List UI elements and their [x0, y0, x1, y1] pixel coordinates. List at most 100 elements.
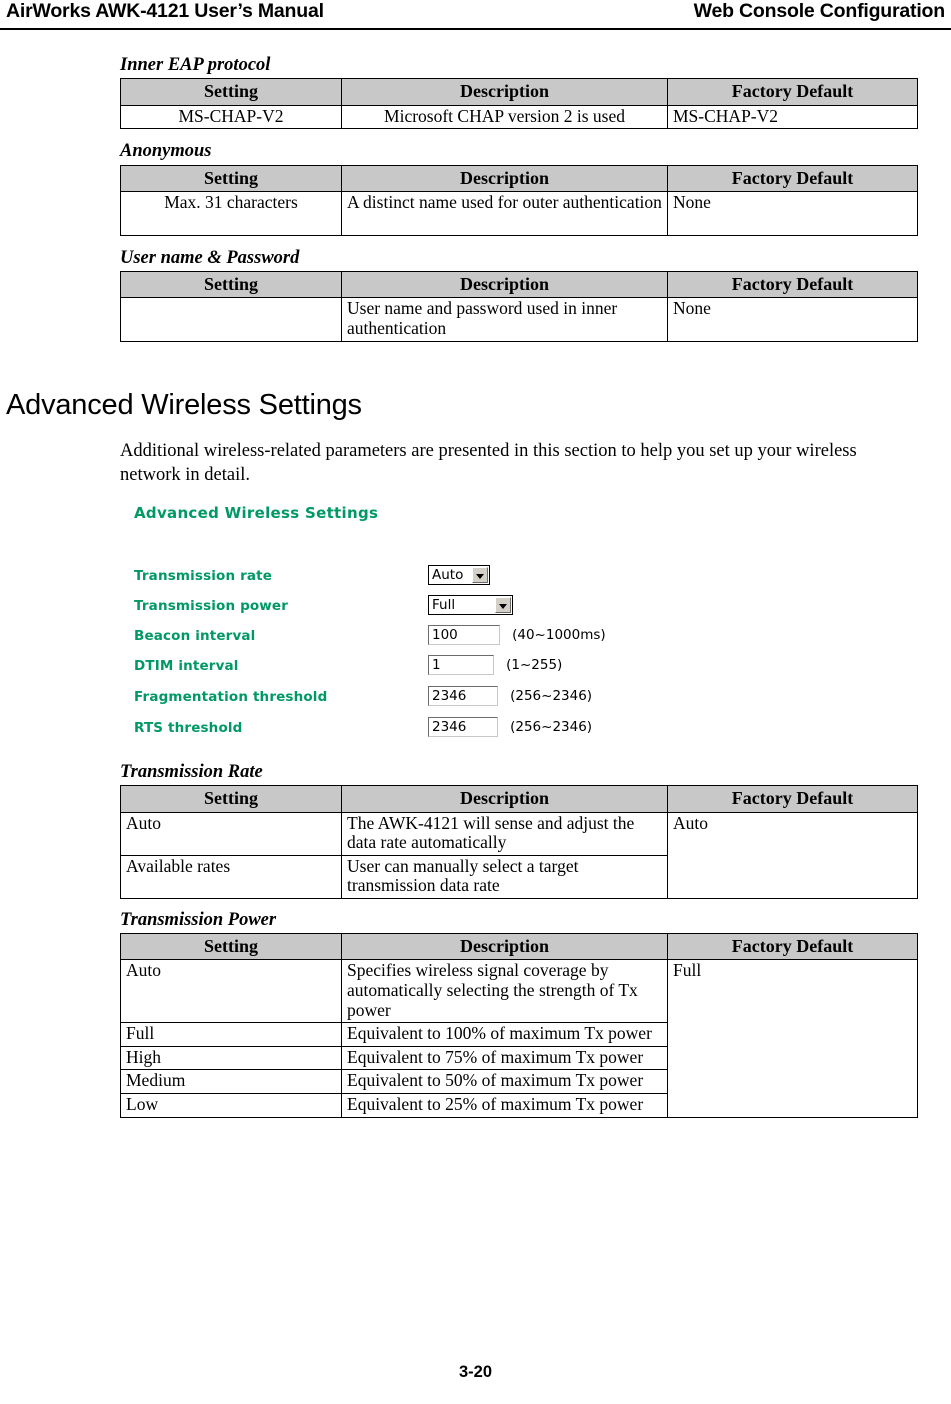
table-inner-eap-protocol: Setting Description Factory Default MS-C… — [120, 78, 918, 130]
cell-setting: Auto — [120, 959, 342, 1024]
cell-setting: Max. 31 characters — [120, 190, 342, 236]
transmission-power-select[interactable]: Full — [428, 595, 513, 616]
table-header-row: Setting Description Factory Default — [120, 271, 918, 299]
col-setting: Setting — [120, 78, 342, 106]
col-description: Description — [341, 78, 668, 106]
cell-description: Equivalent to 50% of maximum Tx power — [341, 1069, 668, 1095]
chevron-down-icon[interactable] — [472, 567, 488, 584]
table-header-row: Setting Description Factory Default — [120, 785, 918, 813]
cell-setting: Low — [120, 1093, 342, 1118]
field-row-transmission-rate: Transmission rate Auto — [134, 565, 634, 595]
transmission-power-value: Full — [432, 597, 456, 614]
fragmentation-threshold-range-hint: (256~2346) — [510, 688, 593, 705]
col-setting: Setting — [120, 933, 342, 961]
cell-description: Equivalent to 75% of maximum Tx power — [341, 1045, 668, 1071]
col-factory-default: Factory Default — [667, 78, 918, 106]
table-row: User name and password used in inner aut… — [120, 297, 918, 343]
field-row-fragmentation-threshold: Fragmentation threshold 2346 (256~2346) — [134, 686, 634, 716]
cell-setting: High — [120, 1045, 342, 1071]
cell-description: Specifies wireless signal coverage by au… — [341, 959, 668, 1024]
section-inner-eap-protocol: Inner EAP protocol Setting Description F… — [120, 55, 918, 130]
rts-threshold-range-hint: (256~2346) — [510, 719, 593, 736]
intro-paragraph-wrap: Additional wireless-related parameters a… — [120, 440, 891, 487]
field-row-transmission-power: Transmission power Full — [134, 595, 634, 625]
caption-anonymous: Anonymous — [120, 141, 212, 162]
cell-factory-default: None — [667, 190, 918, 236]
screenshot-advanced-wireless-settings: Advanced Wireless Settings Transmission … — [120, 500, 917, 751]
cell-factory-default: None — [667, 297, 918, 343]
table-transmission-rate: Setting Description Factory Default Auto… — [120, 785, 918, 899]
cell-description: Equivalent to 100% of maximum Tx power — [341, 1022, 668, 1047]
cell-description: A distinct name used for outer authentic… — [341, 190, 668, 236]
cell-setting: Medium — [120, 1069, 342, 1095]
dtim-interval-range-hint: (1~255) — [506, 657, 563, 674]
table-row: MS-CHAP-V2 Microsoft CHAP version 2 is u… — [120, 104, 918, 130]
cell-description: The AWK-4121 will sense and adjust the d… — [341, 811, 668, 856]
table-anonymous: Setting Description Factory Default Max.… — [120, 164, 918, 236]
cell-setting: MS-CHAP-V2 — [120, 104, 342, 130]
web-console-title: Advanced Wireless Settings — [134, 503, 379, 522]
transmission-rate-value: Auto — [432, 567, 464, 584]
label-rts-threshold: RTS threshold — [134, 719, 243, 736]
cell-setting: Available rates — [120, 854, 342, 899]
col-setting: Setting — [120, 271, 342, 299]
cell-description: Microsoft CHAP version 2 is used — [341, 104, 668, 130]
section-transmission-power: Transmission Power Setting Description F… — [120, 910, 918, 1118]
caption-user-name-password: User name & Password — [120, 247, 300, 268]
beacon-interval-range-hint: (40~1000ms) — [512, 627, 606, 644]
beacon-interval-value: 100 — [432, 627, 458, 644]
field-row-beacon-interval: Beacon interval 100 (40~1000ms) — [134, 625, 634, 655]
rts-threshold-input[interactable]: 2346 — [428, 717, 498, 738]
cell-factory-default: Auto — [667, 811, 918, 899]
cell-factory-default: Full — [667, 959, 918, 1118]
page-title-advanced-wireless-settings: Advanced Wireless Settings — [6, 389, 362, 422]
chevron-down-icon[interactable] — [495, 597, 511, 614]
table-row: Auto Specifies wireless signal coverage … — [120, 959, 918, 1118]
label-fragmentation-threshold: Fragmentation threshold — [134, 688, 328, 705]
col-setting: Setting — [120, 785, 342, 813]
table-transmission-power: Setting Description Factory Default Auto… — [120, 933, 918, 1118]
dtim-interval-value: 1 — [432, 657, 441, 674]
col-description: Description — [341, 933, 668, 961]
label-dtim-interval: DTIM interval — [134, 657, 239, 674]
cell-description: User name and password used in inner aut… — [341, 297, 668, 343]
table-row: Auto The AWK-4121 will sense and adjust … — [120, 811, 918, 899]
fragmentation-threshold-value: 2346 — [432, 688, 467, 705]
field-row-dtim-interval: DTIM interval 1 (1~255) — [134, 655, 634, 685]
col-description: Description — [341, 785, 668, 813]
page-footer: 3-20 — [0, 1363, 951, 1382]
cell-setting: Auto — [120, 811, 342, 856]
table-header-row: Setting Description Factory Default — [120, 164, 918, 192]
col-factory-default: Factory Default — [667, 933, 918, 961]
page-running-head: AirWorks AWK-4121 User’s Manual Web Cons… — [0, 0, 951, 30]
cell-setting: Full — [120, 1022, 342, 1047]
section-anonymous: Anonymous Setting Description Factory De… — [120, 141, 918, 236]
cell-factory-default: MS-CHAP-V2 — [667, 104, 918, 130]
table-header-row: Setting Description Factory Default — [120, 78, 918, 106]
table-header-row: Setting Description Factory Default — [120, 933, 918, 961]
label-beacon-interval: Beacon interval — [134, 627, 256, 644]
section-transmission-rate: Transmission Rate Setting Description Fa… — [120, 761, 918, 899]
label-transmission-rate: Transmission rate — [134, 567, 273, 584]
cell-setting — [120, 297, 342, 343]
col-description: Description — [341, 271, 668, 299]
transmission-rate-select[interactable]: Auto — [428, 565, 490, 586]
page-content: Inner EAP protocol Setting Description F… — [0, 30, 951, 1404]
cell-description: User can manually select a target transm… — [341, 854, 668, 899]
section-user-name-password: User name & Password Setting Description… — [120, 247, 918, 343]
chapter-title: Web Console Configuration — [693, 0, 946, 22]
rts-threshold-value: 2346 — [432, 719, 467, 736]
field-row-rts-threshold: RTS threshold 2346 (256~2346) — [134, 717, 634, 747]
page-number: 3-20 — [458, 1363, 493, 1381]
col-factory-default: Factory Default — [667, 785, 918, 813]
fragmentation-threshold-input[interactable]: 2346 — [428, 686, 498, 707]
caption-transmission-rate: Transmission Rate — [120, 761, 263, 782]
manual-title: AirWorks AWK-4121 User’s Manual — [6, 0, 324, 22]
table-row: Max. 31 characters A distinct name used … — [120, 190, 918, 236]
dtim-interval-input[interactable]: 1 — [428, 655, 494, 676]
col-setting: Setting — [120, 164, 342, 192]
col-description: Description — [341, 164, 668, 192]
cell-description: Equivalent to 25% of maximum Tx power — [341, 1093, 668, 1118]
beacon-interval-input[interactable]: 100 — [428, 625, 500, 646]
label-transmission-power: Transmission power — [134, 597, 289, 614]
